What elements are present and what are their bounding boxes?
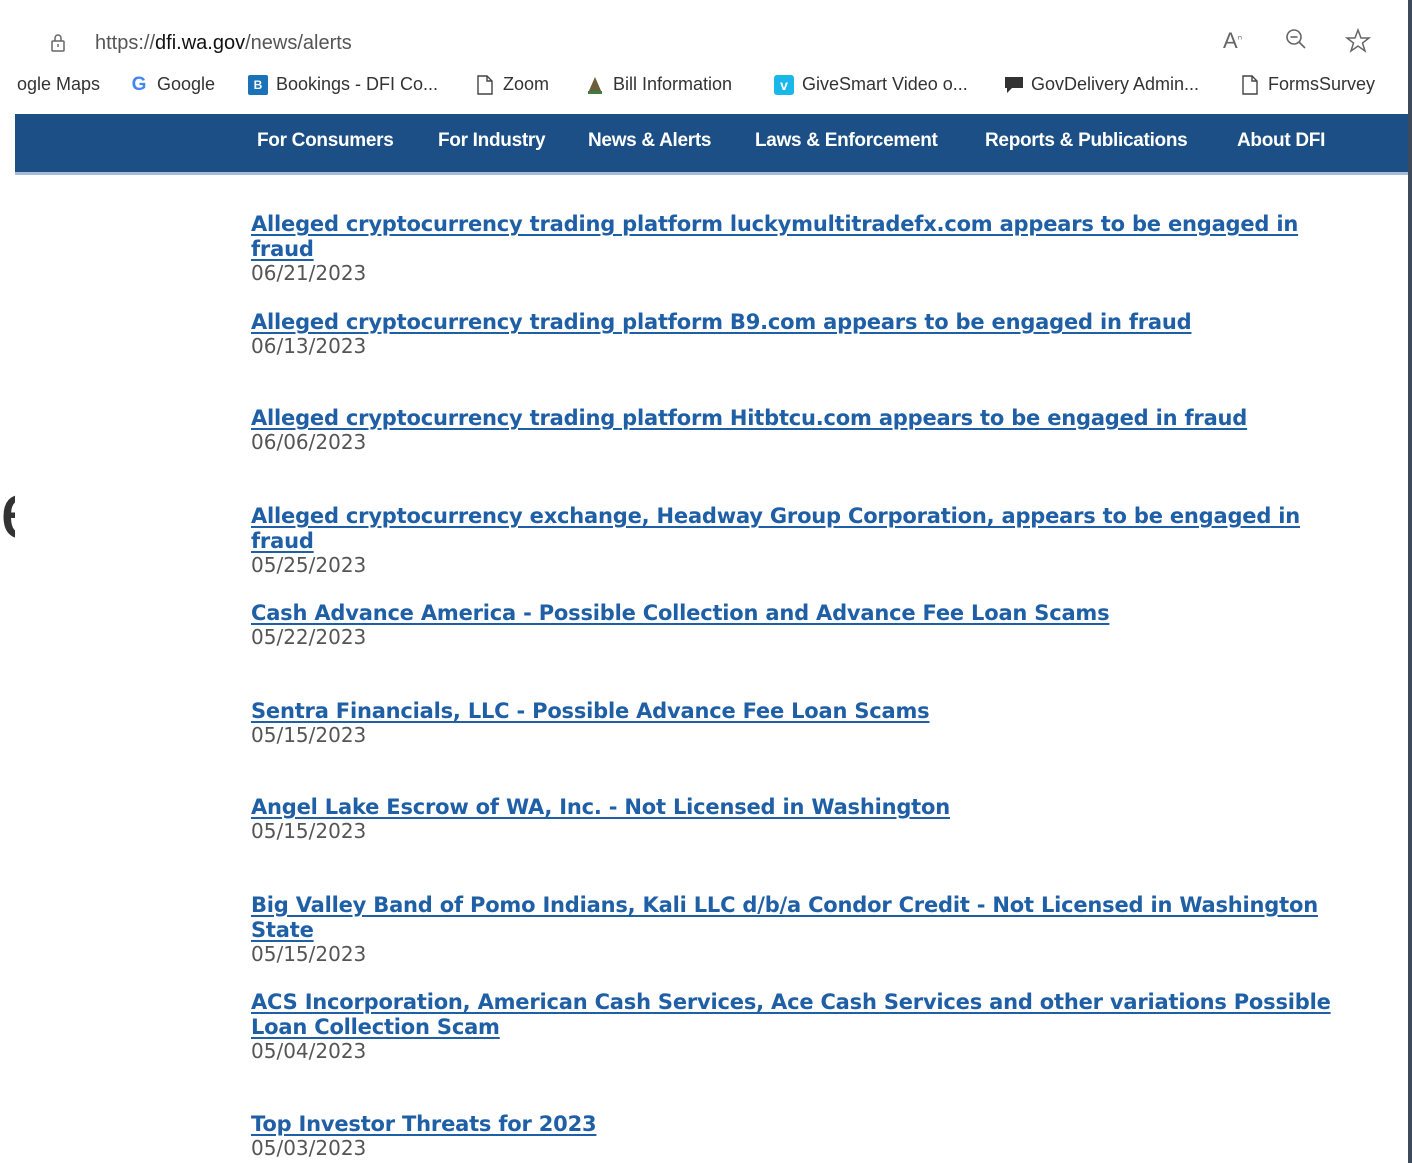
alert-link[interactable]: Alleged cryptocurrency trading platform … bbox=[251, 406, 1341, 431]
nav-for-industry[interactable]: For Industry bbox=[438, 130, 546, 152]
alert-link[interactable]: Angel Lake Escrow of WA, Inc. - Not Lice… bbox=[251, 795, 1341, 820]
alert-date: 06/13/2023 bbox=[251, 334, 367, 358]
bookmarks-bar: ogle Maps G Google B Bookings - DFI Co..… bbox=[15, 68, 1408, 108]
alert-link[interactable]: Alleged cryptocurrency trading platform … bbox=[251, 310, 1341, 335]
google-icon: G bbox=[131, 73, 147, 95]
alert-link[interactable]: Top Investor Threats for 2023 bbox=[251, 1112, 1341, 1137]
nav-about-dfi[interactable]: About DFI bbox=[1237, 130, 1325, 152]
bookmark-label: FormsSurvey bbox=[1268, 74, 1376, 94]
zoom-icon[interactable] bbox=[1285, 28, 1307, 57]
list-item: Angel Lake Escrow of WA, Inc. - Not Lice… bbox=[251, 795, 1341, 842]
alert-date: 05/04/2023 bbox=[251, 1039, 367, 1063]
alert-date: 05/15/2023 bbox=[251, 819, 367, 843]
list-item: Alleged cryptocurrency exchange, Headway… bbox=[251, 504, 1341, 576]
list-item: Alleged cryptocurrency trading platform … bbox=[251, 310, 1341, 357]
bookmark-govdelivery[interactable]: GovDelivery Admin... bbox=[1003, 74, 1199, 95]
list-item: ACS Incorporation, American Cash Service… bbox=[251, 990, 1341, 1062]
bookmark-label: ogle Maps bbox=[17, 74, 101, 94]
alert-link[interactable]: Alleged cryptocurrency exchange, Headway… bbox=[251, 504, 1341, 554]
alert-link[interactable]: Big Valley Band of Pomo Indians, Kali LL… bbox=[251, 893, 1341, 943]
capitol-icon bbox=[585, 75, 605, 95]
alert-date: 05/15/2023 bbox=[251, 942, 367, 966]
bookmark-google[interactable]: G Google bbox=[129, 74, 215, 95]
alert-link[interactable]: Cash Advance America - Possible Collecti… bbox=[251, 601, 1341, 626]
bookmark-label: Zoom bbox=[503, 74, 550, 94]
bookmark-bill-information[interactable]: Bill Information bbox=[585, 74, 732, 95]
list-item: Alleged cryptocurrency trading platform … bbox=[251, 212, 1341, 284]
lock-icon[interactable] bbox=[51, 34, 65, 52]
bookmark-label: Google bbox=[157, 74, 216, 94]
page-icon bbox=[475, 74, 495, 95]
alert-date: 05/25/2023 bbox=[251, 553, 367, 577]
alert-date: 06/21/2023 bbox=[251, 261, 367, 285]
bookmark-label: Bill Information bbox=[613, 74, 733, 94]
list-item: Alleged cryptocurrency trading platform … bbox=[251, 406, 1341, 453]
bookmark-givesmart[interactable]: v GiveSmart Video o... bbox=[774, 74, 968, 95]
list-item: Top Investor Threats for 2023 05/03/2023 bbox=[251, 1112, 1341, 1159]
nav-laws-enforcement[interactable]: Laws & Enforcement bbox=[755, 130, 938, 152]
url-text[interactable]: https://dfi.wa.gov/news/alerts bbox=[95, 32, 352, 55]
bookmark-label: GiveSmart Video o... bbox=[802, 74, 968, 94]
nav-news-alerts[interactable]: News & Alerts bbox=[588, 130, 711, 152]
vimeo-icon: v bbox=[774, 74, 794, 95]
alert-link[interactable]: ACS Incorporation, American Cash Service… bbox=[251, 990, 1341, 1040]
nav-divider bbox=[15, 172, 1408, 175]
alert-date: 05/22/2023 bbox=[251, 625, 367, 649]
nav-for-consumers[interactable]: For Consumers bbox=[257, 130, 394, 152]
bookmark-label: GovDelivery Admin... bbox=[1031, 74, 1200, 94]
browser-window: https://dfi.wa.gov/news/alerts Aₙ ogle M… bbox=[15, 0, 1408, 1163]
list-item: Sentra Financials, LLC - Possible Advanc… bbox=[251, 699, 1341, 746]
alert-date: 05/03/2023 bbox=[251, 1136, 367, 1160]
list-item: Big Valley Band of Pomo Indians, Kali LL… bbox=[251, 893, 1341, 965]
bookmark-bookings[interactable]: B Bookings - DFI Co... bbox=[248, 74, 438, 95]
bookmark-zoom[interactable]: Zoom bbox=[475, 74, 549, 95]
bookmark-formssurvey[interactable]: FormsSurvey bbox=[1240, 74, 1375, 95]
read-aloud-icon[interactable]: Aₙ bbox=[1223, 28, 1242, 54]
alert-link[interactable]: Alleged cryptocurrency trading platform … bbox=[251, 212, 1341, 262]
favorite-star-icon[interactable] bbox=[1344, 27, 1372, 61]
page-icon bbox=[1240, 74, 1260, 95]
nav-reports-publications[interactable]: Reports & Publications bbox=[985, 130, 1188, 152]
alert-date: 05/15/2023 bbox=[251, 723, 367, 747]
window-right-edge bbox=[1408, 0, 1412, 1163]
list-item: Cash Advance America - Possible Collecti… bbox=[251, 601, 1341, 648]
alert-date: 06/06/2023 bbox=[251, 430, 367, 454]
bookmark-label: Bookings - DFI Co... bbox=[276, 74, 439, 94]
chat-icon bbox=[1003, 75, 1023, 95]
alert-link[interactable]: Sentra Financials, LLC - Possible Advanc… bbox=[251, 699, 1341, 724]
site-navigation: For Consumers For Industry News & Alerts… bbox=[15, 114, 1408, 172]
address-bar[interactable]: https://dfi.wa.gov/news/alerts Aₙ bbox=[15, 10, 1408, 62]
bookmark-maps[interactable]: ogle Maps bbox=[17, 74, 100, 95]
bookings-icon: B bbox=[248, 74, 268, 95]
